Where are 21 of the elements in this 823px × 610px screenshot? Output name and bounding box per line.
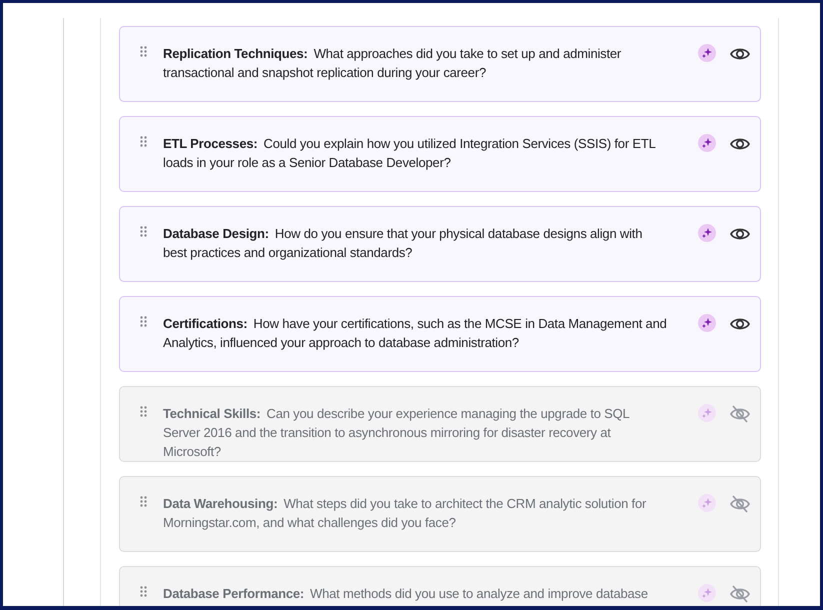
drag-handle-icon[interactable]: [140, 136, 147, 147]
drag-handle-icon[interactable]: [140, 226, 147, 237]
drag-handle-icon[interactable]: [140, 496, 147, 507]
sparkle-icon[interactable]: [698, 314, 716, 332]
eye-slash-icon[interactable]: [730, 584, 750, 604]
sparkle-icon[interactable]: [698, 44, 716, 62]
question-text: Technical Skills: Can you describe your experience managing the upgrade to SQL Server 2016 and the transition to asynchronous mirroring for disaster recovery at Microsoft?: [162, 405, 630, 461]
drag-handle-icon[interactable]: [140, 316, 147, 327]
eye-slash-icon[interactable]: [730, 494, 750, 514]
eye-slash-icon[interactable]: [730, 404, 750, 424]
drag-handle-icon[interactable]: [140, 406, 147, 417]
question-text: Certifications: How have your certifications, such as the MCSE in Data Management and Analytics, influenced your approach to database administration?: [162, 315, 668, 352]
drag-handle-icon[interactable]: [140, 586, 147, 597]
sparkle-icon[interactable]: [698, 134, 716, 152]
question-text: Replication Techniques: What approaches did you take to set up and administer transactional and snapshot replication during your career?: [162, 45, 622, 82]
question-text: ETL Processes: Could you explain how you utilized Integration Services (SSIS) for ETL loads in your role as a Senior Database Developer?: [162, 135, 656, 172]
question-text: Data Warehousing: What steps did you take to architect the CRM analytic solution for Morningstar.com, and what challenges did you face?: [162, 495, 648, 532]
drag-handle-icon[interactable]: [140, 46, 147, 57]
sparkle-icon[interactable]: [698, 224, 716, 242]
question-text: Database Performance: What methods did you use to analyze and improve database: [162, 585, 649, 603]
question-text: Database Design: How do you ensure that your physical database designs align with best practices and organizational standards?: [162, 225, 644, 262]
